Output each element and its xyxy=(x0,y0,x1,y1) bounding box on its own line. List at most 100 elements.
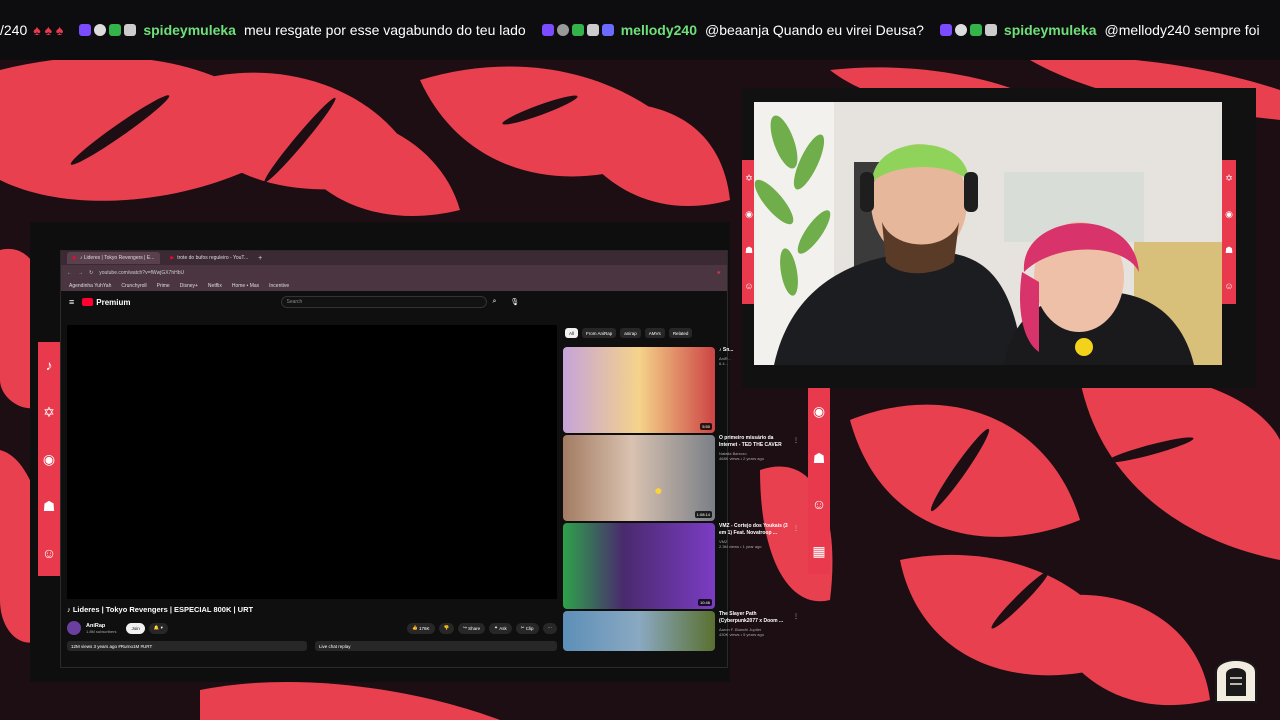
smile-icon: ☺ xyxy=(41,544,57,561)
bookmark-item[interactable]: Disney+ xyxy=(180,283,198,289)
video-player[interactable] xyxy=(67,325,557,599)
bookmark-item[interactable]: Home • Max xyxy=(232,283,259,289)
pentagram-icon: ✡ xyxy=(745,172,753,183)
eye-icon: ◉ xyxy=(1225,208,1233,219)
youtube-header: ≡ Premium Search ⌕ 🎙 xyxy=(61,291,727,313)
ask-button[interactable]: ✦ Ask xyxy=(489,622,512,634)
thumbnail-overlay-art: ✺ xyxy=(655,487,662,496)
address-bar[interactable]: ← → ↻ youtube.com/watch?v=fWwjGX7hHbU ★ xyxy=(61,265,727,281)
recommendation-item[interactable]: 10:46 VMZ - Cortejo dos Youkais (3 em 1)… xyxy=(563,523,803,609)
avatar-badge-icon xyxy=(954,24,967,36)
chip-related[interactable]: Related xyxy=(668,328,693,338)
dislike-button[interactable]: 👎 xyxy=(438,622,455,634)
ghost-icon: ☗ xyxy=(744,244,754,255)
emote-icons: ♠ ♠ ♠ xyxy=(33,22,64,38)
video-duration: 1:08:14 xyxy=(694,511,712,518)
check-badge-icon xyxy=(571,24,584,36)
back-icon[interactable]: ← xyxy=(67,270,72,276)
more-vert-icon[interactable]: ⋮ xyxy=(793,437,799,444)
bookmark-item[interactable]: Agendinha YuhYah xyxy=(69,283,111,289)
chip-all[interactable]: All xyxy=(565,328,579,338)
notification-bell-button[interactable]: 🔔 ▾ xyxy=(148,622,168,634)
rec-title[interactable]: VMZ - Cortejo dos Youkais (3 em 1) Feat.… xyxy=(719,523,793,537)
pentagram-icon: ✡ xyxy=(1225,172,1233,183)
more-button[interactable]: ⋯ xyxy=(542,622,557,634)
search-icon[interactable]: ⌕ xyxy=(493,298,497,306)
recommendation-chips: All From AniRap anirap AMVs Related xyxy=(565,328,693,338)
mic-icon: ♪ xyxy=(45,357,53,374)
eye-icon: ◉ xyxy=(42,450,56,467)
ghost-icon: ☗ xyxy=(812,449,826,466)
bookmark-item[interactable]: Netflix xyxy=(208,283,222,289)
video-thumbnail[interactable] xyxy=(563,611,715,651)
chip-amvs[interactable]: AMVs xyxy=(644,328,665,338)
more-vert-icon[interactable]: ⋮ xyxy=(793,525,799,532)
bookmark-item[interactable]: Prime xyxy=(157,283,170,289)
rec-views: 2.3M views • 1 year ago xyxy=(719,544,762,549)
tab-label: ♪ Lideres | Tokyo Revengers | E... xyxy=(79,255,155,261)
search-input[interactable]: Search xyxy=(280,296,487,308)
webcam-feed xyxy=(754,102,1222,365)
channel-subscribers: 1.8M subscribers xyxy=(86,628,117,634)
rec-title[interactable]: The Slayer Path (Cyberpunk2077 x Doom ..… xyxy=(719,611,793,625)
recommendation-item[interactable]: The Slayer Path (Cyberpunk2077 x Doom ..… xyxy=(563,611,803,651)
badge-icon xyxy=(79,24,92,36)
webcam-right-icon-bar: ✡ ◉ ☗ ☺ xyxy=(1222,160,1236,304)
avatar-badge-icon xyxy=(94,24,107,36)
youtube-logo[interactable]: Premium xyxy=(82,298,131,307)
avatar-badge-icon xyxy=(556,24,569,36)
share-label: Share xyxy=(468,625,481,631)
rec-views: 430K views • 5 years ago xyxy=(719,632,764,637)
badge-icon xyxy=(586,24,599,36)
smile-icon: ☺ xyxy=(744,280,754,291)
bookmark-item[interactable]: Incentive xyxy=(269,283,289,289)
chat-message: spideymuleka meu resgate por esse vagabu… xyxy=(79,22,526,38)
badge-icon xyxy=(124,24,137,36)
thumb-up-icon: 👍 xyxy=(412,625,419,630)
bookmark-item[interactable]: Crunchyroll xyxy=(121,283,146,289)
share-button[interactable]: ↪ Share xyxy=(458,622,486,634)
youtube-play-icon xyxy=(82,298,94,306)
tab-youtube-trote[interactable]: ▶ trote do bufos reguleiro - YouT... xyxy=(164,252,254,264)
more-vert-icon[interactable]: ⋮ xyxy=(793,613,799,620)
join-button[interactable]: Join xyxy=(126,622,145,634)
new-tab-icon[interactable]: + xyxy=(258,255,262,262)
chat-username[interactable]: mellody240 xyxy=(621,22,697,38)
like-count: 176K xyxy=(418,625,430,631)
left-icon-bar: ♪ ✡ ◉ ☗ ☺ xyxy=(38,342,60,576)
mic-icon[interactable]: 🎙 xyxy=(510,298,519,306)
video-meta[interactable]: 12M views 3 years ago #Rurno1M #URT xyxy=(67,641,307,651)
video-thumbnail[interactable]: ✺ 1:08:14 xyxy=(563,435,715,521)
chip-from-anirap[interactable]: From AniRap xyxy=(582,328,617,338)
browser-window: ▶ ♪ Lideres | Tokyo Revengers | E... ▶ t… xyxy=(60,250,799,668)
check-badge-icon xyxy=(969,24,982,36)
live-chat-replay[interactable]: Live chat replay xyxy=(315,641,557,651)
check-badge-icon xyxy=(109,24,122,36)
reload-icon[interactable]: ↻ xyxy=(89,270,93,276)
video-thumbnail[interactable]: 5:50 xyxy=(563,347,715,433)
recommendation-item[interactable]: ✺ 1:08:14 O primeiro missário da Interne… xyxy=(563,435,803,521)
clip-button[interactable]: ✂ Clip xyxy=(515,622,539,634)
star-icon[interactable]: ★ xyxy=(717,270,721,276)
video-duration: 10:46 xyxy=(697,599,712,606)
stream-overlay: /240 ♠ ♠ ♠ spideymuleka meu resgate por … xyxy=(0,0,1280,720)
forward-icon[interactable]: → xyxy=(78,270,83,276)
badge-icon xyxy=(601,24,614,36)
chat-username[interactable]: spideymuleka xyxy=(1004,22,1097,38)
menu-icon[interactable]: ≡ xyxy=(69,297,74,307)
tab-bar: ▶ ♪ Lideres | Tokyo Revengers | E... ▶ t… xyxy=(61,251,727,265)
smile-icon: ☺ xyxy=(1224,280,1234,291)
tab-youtube-lideres[interactable]: ▶ ♪ Lideres | Tokyo Revengers | E... xyxy=(67,252,161,264)
card-icon: ▦ xyxy=(812,542,826,559)
chat-username[interactable]: spideymuleka xyxy=(143,22,236,38)
chip-anirap[interactable]: anirap xyxy=(620,328,641,338)
chat-message-text: meu resgate por esse vagabundo do teu la… xyxy=(243,22,526,38)
rec-title[interactable]: O primeiro missário da Internet - TED TH… xyxy=(719,435,793,449)
pentagram-icon: ✡ xyxy=(43,404,55,421)
url-text[interactable]: youtube.com/watch?v=fWwjGX7hHbU xyxy=(99,270,184,276)
channel-avatar[interactable] xyxy=(67,621,81,635)
like-button[interactable]: 👍 176K xyxy=(407,622,435,634)
video-thumbnail[interactable]: 10:46 xyxy=(563,523,715,609)
rec-views: 468K views • 2 years ago xyxy=(719,456,764,461)
eye-icon: ◉ xyxy=(812,403,826,420)
